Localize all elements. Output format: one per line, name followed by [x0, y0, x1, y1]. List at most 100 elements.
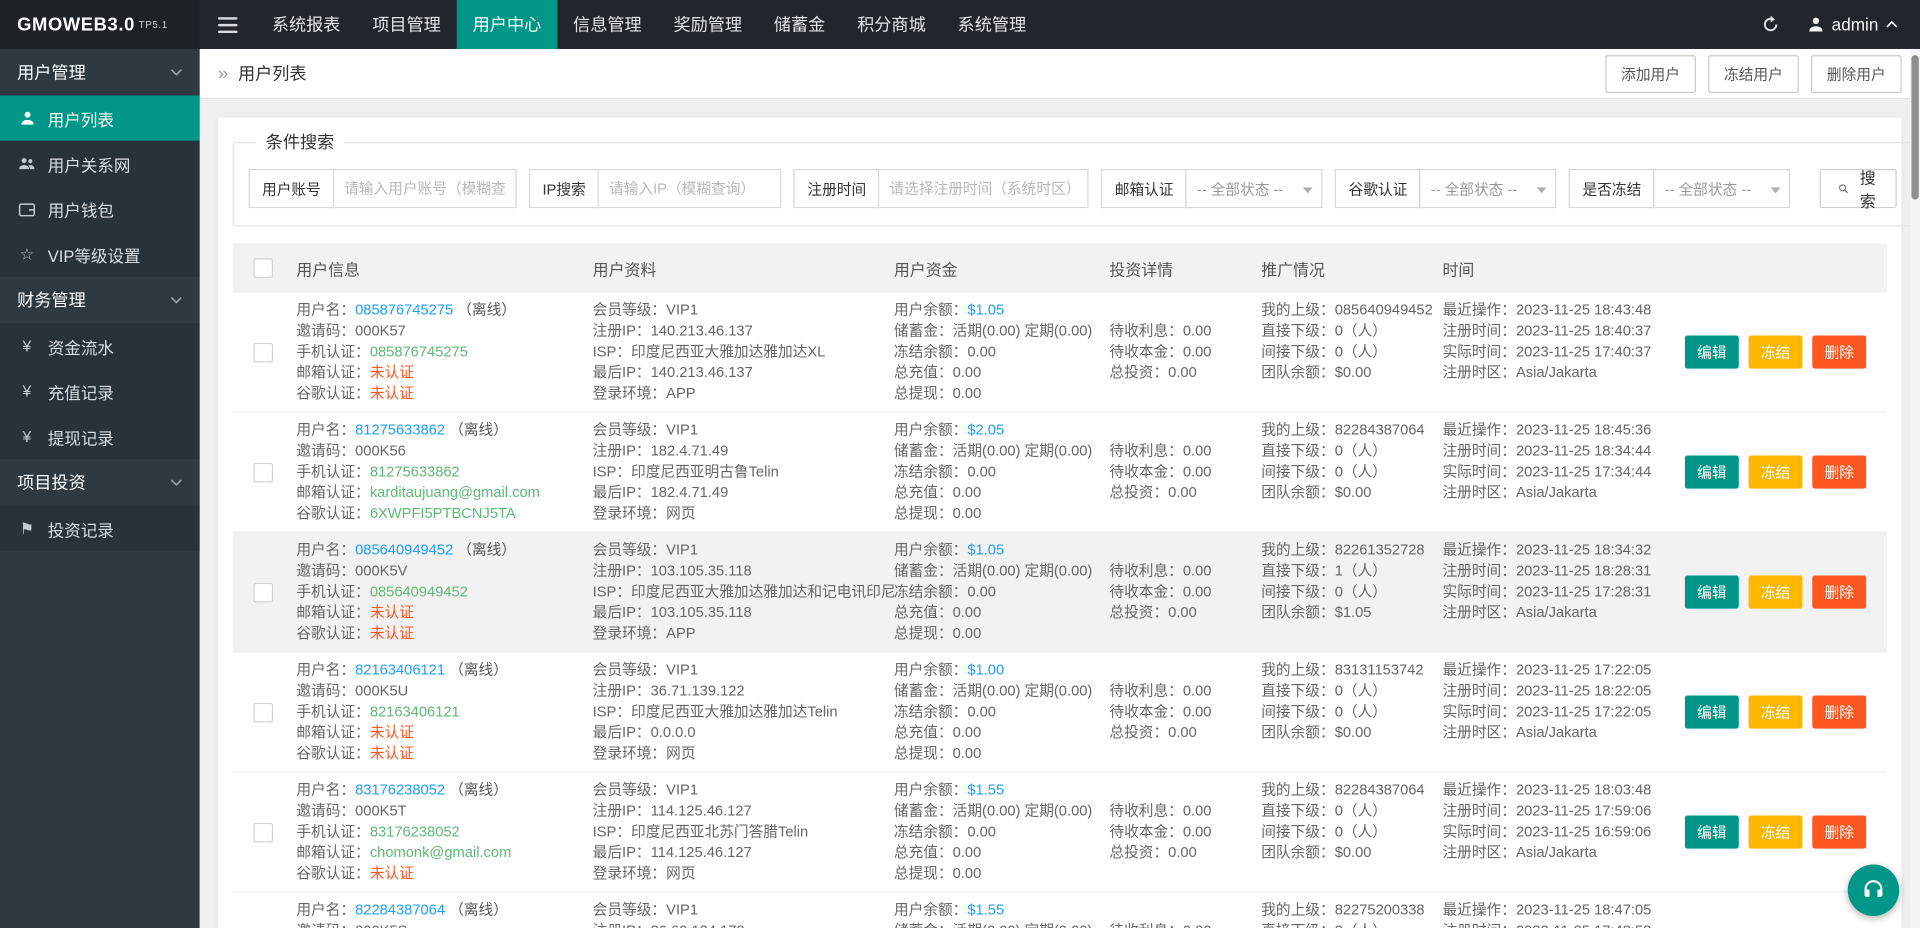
- savings-value: 活期(0.00) 定期(0.00): [953, 802, 1093, 819]
- row-checkbox[interactable]: [253, 822, 273, 842]
- upline-value: 83131153742: [1335, 661, 1424, 678]
- balance-link[interactable]: $2.05: [967, 421, 1004, 438]
- freeze-button[interactable]: 冻结: [1749, 816, 1803, 849]
- sidebar-group-finance[interactable]: 财务管理: [0, 277, 200, 324]
- delete-button[interactable]: 删除: [1812, 336, 1866, 369]
- add-user-button[interactable]: 添加用户: [1605, 54, 1696, 92]
- nav-item-info[interactable]: 信息管理: [557, 0, 657, 49]
- timezone-label: 注册时区：: [1442, 724, 1515, 741]
- caret-down-icon: [1303, 187, 1313, 193]
- cell-time: 最近操作：2023-11-25 18:03:48 注册时间：2023-11-25…: [1440, 780, 1673, 863]
- sidebar-group-invest[interactable]: 项目投资: [0, 459, 200, 506]
- real-time-value: 2023-11-25 17:28:31: [1516, 583, 1651, 600]
- username-link[interactable]: 82163406121: [355, 661, 445, 678]
- freeze-button[interactable]: 冻结: [1749, 336, 1803, 369]
- chevron-down-icon: [170, 479, 182, 486]
- cell-invest-detail: 待收利息：0.00 待收本金：0.00 总投资：0.00: [1107, 561, 1259, 623]
- ip-search-group: IP搜索: [529, 169, 782, 208]
- delete-button[interactable]: 删除: [1812, 696, 1866, 729]
- timezone-value: Asia/Jakarta: [1516, 844, 1597, 861]
- headset-icon: [1860, 877, 1887, 904]
- delete-button[interactable]: 删除: [1812, 576, 1866, 609]
- flag-icon: ⚑: [17, 519, 37, 539]
- refresh-icon[interactable]: [1744, 0, 1798, 49]
- username-link[interactable]: 81275633862: [355, 421, 445, 438]
- email-status-select[interactable]: -- 全部状态 --: [1186, 169, 1323, 208]
- vip-value: VIP1: [666, 661, 698, 678]
- sidebar-item-label: 用户钱包: [48, 197, 114, 221]
- nav-item-system[interactable]: 系统管理: [942, 0, 1042, 49]
- edit-button[interactable]: 编辑: [1685, 456, 1739, 489]
- freeze-user-button[interactable]: 冻结用户: [1708, 54, 1799, 92]
- nav-item-reward[interactable]: 奖励管理: [658, 0, 758, 49]
- freeze-button[interactable]: 冻结: [1749, 696, 1803, 729]
- username-link[interactable]: 085876745275: [355, 301, 453, 318]
- delete-button[interactable]: 删除: [1812, 456, 1866, 489]
- username-link[interactable]: 085640949452: [355, 541, 453, 558]
- total-recharge-value: 0.00: [953, 484, 982, 501]
- search-button[interactable]: 搜 索: [1820, 169, 1897, 208]
- search-legend: 条件搜索: [256, 130, 344, 154]
- balance-link[interactable]: $1.55: [967, 781, 1004, 798]
- row-checkbox[interactable]: [253, 702, 273, 722]
- nav-item-user-center[interactable]: 用户中心: [457, 0, 557, 49]
- reg-ip-value: 140.213.46.137: [651, 322, 753, 339]
- sidebar-item-fund-flow[interactable]: ¥ 资金流水: [0, 323, 200, 368]
- row-checkbox[interactable]: [253, 342, 273, 362]
- total-withdraw-value: 0.00: [953, 384, 982, 401]
- row-checkbox[interactable]: [253, 462, 273, 482]
- balance-link[interactable]: $1.55: [967, 901, 1004, 918]
- sidebar-item-withdraw-records[interactable]: ¥ 提现记录: [0, 414, 200, 459]
- balance-link[interactable]: $1.00: [967, 661, 1004, 678]
- main-area: » 用户列表 添加用户 冻结用户 删除用户 条件搜索 用户账号: [200, 49, 1920, 928]
- frozen-status-select[interactable]: -- 全部状态 --: [1654, 169, 1791, 208]
- nav-item-savings[interactable]: 储蓄金: [758, 0, 841, 49]
- edit-button[interactable]: 编辑: [1685, 336, 1739, 369]
- sidebar-item-vip-settings[interactable]: ☆ VIP等级设置: [0, 231, 200, 276]
- username-link[interactable]: 83176238052: [355, 781, 445, 798]
- username-link[interactable]: 82284387064: [355, 901, 445, 918]
- pending-interest-value: 0.00: [1183, 682, 1212, 699]
- admin-menu[interactable]: admin: [1797, 0, 1920, 49]
- sidebar-item-user-list[interactable]: 用户列表: [0, 96, 200, 141]
- ip-input[interactable]: [598, 169, 782, 208]
- edit-button[interactable]: 编辑: [1685, 576, 1739, 609]
- customer-service-button[interactable]: [1848, 864, 1899, 915]
- team-balance-label: 团队余额：: [1261, 844, 1334, 861]
- balance-link[interactable]: $1.05: [967, 301, 1004, 318]
- freeze-button[interactable]: 冻结: [1749, 456, 1803, 489]
- sidebar-item-user-network[interactable]: 用户关系网: [0, 141, 200, 186]
- savings-label: 储蓄金：: [894, 682, 953, 699]
- sidebar-group-label: 项目投资: [17, 470, 86, 494]
- indirect-sub-label: 间接下级：: [1261, 823, 1334, 840]
- real-time-value: 2023-11-25 17:40:37: [1516, 343, 1651, 360]
- edit-button[interactable]: 编辑: [1685, 696, 1739, 729]
- balance-link[interactable]: $1.05: [967, 541, 1004, 558]
- login-env-label: 登录环境：: [593, 864, 666, 881]
- online-status: （离线）: [457, 541, 516, 558]
- edit-button[interactable]: 编辑: [1685, 816, 1739, 849]
- row-checkbox[interactable]: [253, 582, 273, 602]
- pending-interest-label: 待收利息：: [1109, 802, 1182, 819]
- nav-item-system-report[interactable]: 系统报表: [256, 0, 356, 49]
- delete-button[interactable]: 删除: [1812, 816, 1866, 849]
- account-input[interactable]: [333, 169, 517, 208]
- nav-item-project[interactable]: 项目管理: [356, 0, 456, 49]
- timezone-label: 注册时区：: [1442, 844, 1515, 861]
- delete-user-button[interactable]: 删除用户: [1811, 54, 1902, 92]
- sidebar-group-user-mgmt[interactable]: 用户管理: [0, 49, 200, 96]
- scrollbar-thumb[interactable]: [1911, 55, 1918, 199]
- google-auth-label: 谷歌认证：: [296, 744, 369, 761]
- google-status-select[interactable]: -- 全部状态 --: [1420, 169, 1557, 208]
- nav-item-points-mall[interactable]: 积分商城: [841, 0, 941, 49]
- sidebar-item-recharge-records[interactable]: ¥ 充值记录: [0, 369, 200, 414]
- sidebar-item-invest-records[interactable]: ⚑ 投资记录: [0, 506, 200, 551]
- freeze-button[interactable]: 冻结: [1749, 576, 1803, 609]
- last-ip-label: 最后IP：: [593, 604, 651, 621]
- pending-principal-label: 待收本金：: [1109, 583, 1182, 600]
- sidebar-item-user-wallet[interactable]: 用户钱包: [0, 186, 200, 231]
- regtime-input[interactable]: [878, 169, 1089, 208]
- invite-label: 邀请码：: [296, 802, 355, 819]
- select-all-checkbox[interactable]: [253, 258, 273, 278]
- menu-icon[interactable]: [200, 0, 256, 49]
